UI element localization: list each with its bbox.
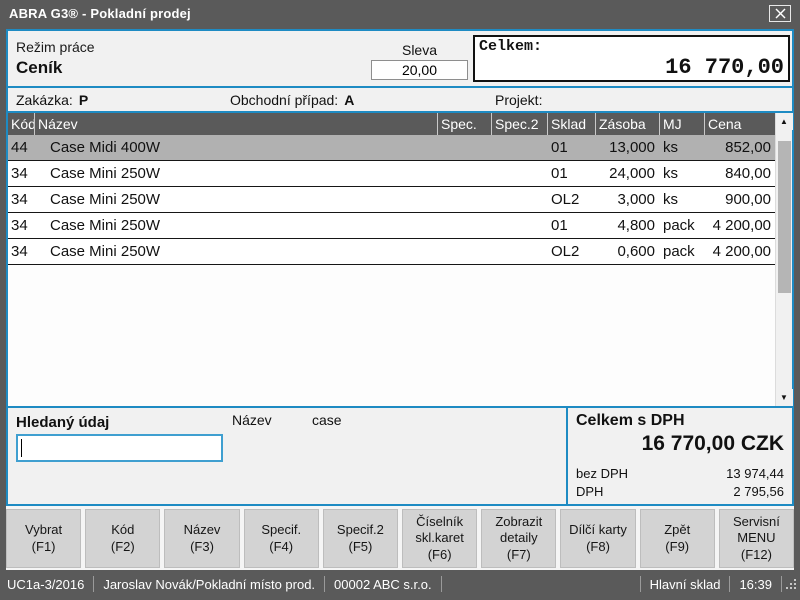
- grand-total-value: 16 770,00: [479, 55, 784, 80]
- show-details-button-f7[interactable]: Zobrazit detaily (F7): [481, 509, 556, 568]
- grand-total-box: Celkem: 16 770,00: [473, 35, 790, 82]
- work-mode-value: Ceník: [16, 58, 316, 78]
- scroll-up-icon[interactable]: ▲: [776, 113, 793, 130]
- close-icon: [775, 8, 786, 19]
- status-time: 16:39: [730, 576, 782, 592]
- price-list-table: Kód Název Spec. Spec.2 Sklad Zásoba MJ C…: [8, 113, 792, 406]
- project-label: Projekt:: [495, 92, 542, 108]
- grand-total-caption: Celkem:: [479, 38, 784, 55]
- table-row[interactable]: 34 Case Mini 250W 01 4,800 pack 4 200,00: [8, 213, 775, 239]
- search-area: Hledaný údaj Název case: [8, 408, 566, 504]
- status-bar: UC1a-3/2016 Jaroslav Novák/Pokladní míst…: [0, 571, 800, 597]
- col-header-mj[interactable]: MJ: [659, 113, 704, 135]
- specif-button-f4[interactable]: Specif. (F4): [244, 509, 319, 568]
- table-row[interactable]: 34 Case Mini 250W OL2 0,600 pack 4 200,0…: [8, 239, 775, 265]
- title-bar: ABRA G3® - Pokladní prodej: [0, 0, 800, 27]
- col-header-spec2[interactable]: Spec.2: [491, 113, 547, 135]
- bottom-panel: Hledaný údaj Název case Celkem s DPH 16 …: [8, 406, 792, 504]
- discount-input[interactable]: [371, 60, 468, 80]
- status-period: UC1a-3/2016: [0, 576, 94, 592]
- close-button[interactable]: [769, 5, 791, 22]
- col-header-nazev[interactable]: Název: [34, 113, 437, 135]
- header-panel: Režim práce Ceník Sleva Celkem: 16 770,0…: [8, 31, 792, 88]
- status-company: 00002 ABC s.r.o.: [325, 576, 442, 592]
- order-label: Zakázka:: [16, 92, 73, 108]
- code-button-f2[interactable]: Kód (F2): [85, 509, 160, 568]
- stock-card-list-button-f6[interactable]: Číselník skl.karet (F6): [402, 509, 477, 568]
- search-field-label: Název: [232, 412, 272, 428]
- status-user: Jaroslav Novák/Pokladní místo prod.: [94, 576, 325, 592]
- totals-panel: Celkem s DPH 16 770,00 CZK bez DPH 13 97…: [566, 408, 792, 504]
- resize-grip-icon[interactable]: [782, 577, 798, 591]
- search-input[interactable]: [16, 434, 223, 462]
- totals-grand-value: 16 770,00 CZK: [576, 432, 784, 456]
- app-window: ABRA G3® - Pokladní prodej Režim práce C…: [0, 0, 800, 600]
- main-area: Režim práce Ceník Sleva Celkem: 16 770,0…: [6, 29, 794, 506]
- status-warehouse: Hlavní sklad: [640, 576, 731, 592]
- sub-cards-button-f8[interactable]: Dílčí karty (F8): [560, 509, 635, 568]
- scrollbar-thumb[interactable]: [778, 141, 791, 293]
- context-bar: Zakázka: P Obchodní případ: A Projekt:: [8, 88, 792, 113]
- table-row[interactable]: 34 Case Mini 250W 01 24,000 ks 840,00: [8, 161, 775, 187]
- table-row[interactable]: 44 Case Midi 400W 01 13,000 ks 852,00: [8, 135, 775, 161]
- work-mode-label: Režim práce: [16, 39, 316, 55]
- col-header-kod[interactable]: Kód: [8, 113, 34, 135]
- name-button-f3[interactable]: Název (F3): [164, 509, 239, 568]
- col-header-spec[interactable]: Spec.: [437, 113, 491, 135]
- scroll-down-icon[interactable]: ▼: [776, 389, 793, 406]
- order-value: P: [79, 92, 88, 108]
- text-caret: [21, 439, 22, 457]
- business-case-label: Obchodní případ:: [230, 92, 338, 108]
- window-title: ABRA G3® - Pokladní prodej: [9, 6, 191, 21]
- table-header-row: Kód Název Spec. Spec.2 Sklad Zásoba MJ C…: [8, 113, 775, 135]
- totals-row-dph: DPH 2 795,56: [576, 484, 784, 499]
- totals-title: Celkem s DPH: [576, 412, 784, 430]
- col-header-cena[interactable]: Cena: [704, 113, 775, 135]
- business-case-value: A: [344, 92, 354, 108]
- select-button-f1[interactable]: Vybrat (F1): [6, 509, 81, 568]
- discount-label: Sleva: [371, 42, 468, 58]
- back-button-f9[interactable]: Zpět (F9): [640, 509, 715, 568]
- table-empty-area: [8, 265, 775, 406]
- work-mode-block: Režim práce Ceník: [16, 35, 316, 82]
- search-label: Hledaný údaj: [16, 414, 558, 431]
- vertical-scrollbar[interactable]: ▲ ▼: [775, 113, 792, 406]
- col-header-zasoba[interactable]: Zásoba: [595, 113, 659, 135]
- totals-row-bez-dph: bez DPH 13 974,44: [576, 466, 784, 481]
- search-field-value: case: [312, 412, 342, 428]
- function-button-bar: Vybrat (F1) Kód (F2) Název (F3) Specif. …: [6, 506, 794, 570]
- col-header-sklad[interactable]: Sklad: [547, 113, 595, 135]
- service-menu-button-f12[interactable]: Servisní MENU (F12): [719, 509, 794, 568]
- specif2-button-f5[interactable]: Specif.2 (F5): [323, 509, 398, 568]
- discount-block: Sleva: [316, 35, 468, 82]
- table-row[interactable]: 34 Case Mini 250W OL2 3,000 ks 900,00: [8, 187, 775, 213]
